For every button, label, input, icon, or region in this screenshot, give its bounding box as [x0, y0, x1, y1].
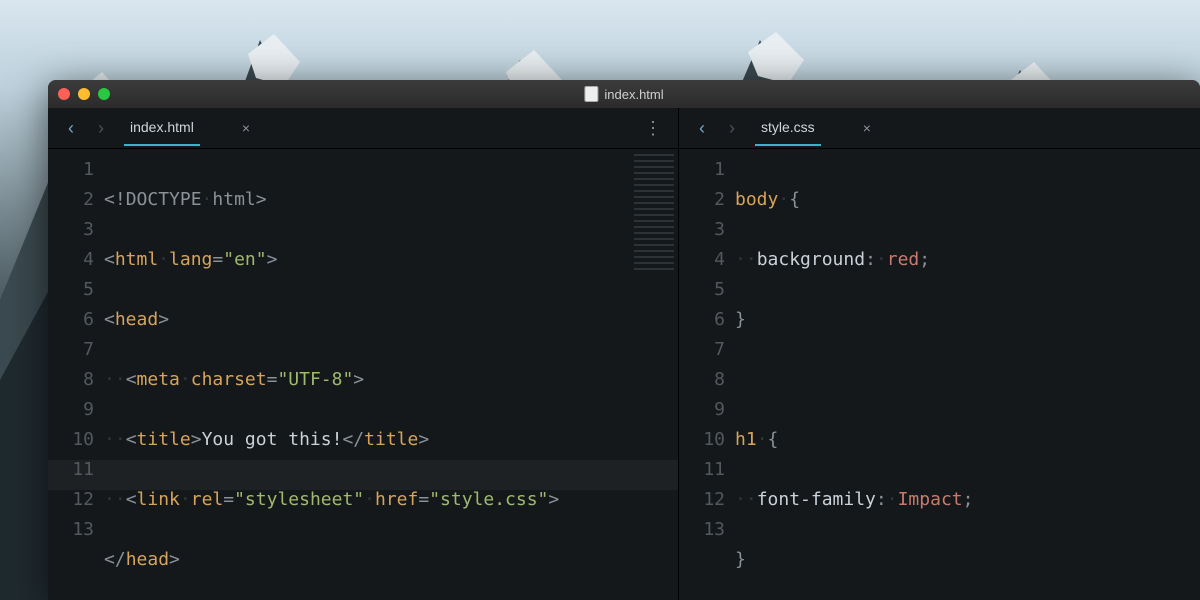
line-number: 4	[48, 245, 94, 275]
line-number: 3	[48, 215, 94, 245]
window-minimize-button[interactable]	[78, 88, 90, 100]
line-number: 8	[48, 365, 94, 395]
line-number: 11	[48, 455, 94, 485]
line-number: 1	[679, 155, 725, 185]
line-number: 9	[679, 395, 725, 425]
tabbar-left: ‹ › index.html × ⋮	[48, 108, 678, 149]
nav-back-button[interactable]: ‹	[64, 119, 78, 137]
code-area[interactable]: body·{ ··background:·red; } h1·{ ··font-…	[735, 155, 1200, 600]
line-number: 10	[679, 425, 725, 455]
line-number: 8	[679, 365, 725, 395]
line-number: 12	[48, 485, 94, 515]
line-number: 6	[48, 305, 94, 335]
tabbar-right: ‹ › style.css ×	[679, 108, 1200, 149]
line-number: 5	[48, 275, 94, 305]
editor-window: index.html ‹ › index.html × ⋮ 1 2 3 4 5	[48, 80, 1200, 600]
nav-forward-button[interactable]: ›	[725, 119, 739, 137]
nav-forward-button[interactable]: ›	[94, 119, 108, 137]
window-zoom-button[interactable]	[98, 88, 110, 100]
line-number: 13	[48, 515, 94, 545]
line-number: 3	[679, 215, 725, 245]
nav-back-button[interactable]: ‹	[695, 119, 709, 137]
line-number: 11	[679, 455, 725, 485]
tab-index-html[interactable]: index.html	[124, 110, 200, 146]
tab-close-button[interactable]: ×	[242, 121, 250, 135]
pane-menu-button[interactable]: ⋮	[644, 119, 662, 137]
editor-pane-left: ‹ › index.html × ⋮ 1 2 3 4 5 6 7 8 9	[48, 108, 679, 600]
line-number: 7	[679, 335, 725, 365]
window-close-button[interactable]	[58, 88, 70, 100]
window-titlebar[interactable]: index.html	[48, 80, 1200, 108]
line-number: 2	[48, 185, 94, 215]
line-number: 13	[679, 515, 725, 545]
line-number: 1	[48, 155, 94, 185]
line-number: 9	[48, 395, 94, 425]
line-number: 6	[679, 305, 725, 335]
line-number: 12	[679, 485, 725, 515]
editor-pane-right: ‹ › style.css × 1 2 3 4 5 6 7 8 9 10 11	[679, 108, 1200, 600]
document-icon	[584, 86, 598, 102]
code-editor-right[interactable]: 1 2 3 4 5 6 7 8 9 10 11 12 13 body·{ ··b…	[679, 149, 1200, 600]
tab-close-button[interactable]: ×	[863, 121, 871, 135]
code-area[interactable]: <!DOCTYPE·html> <html·lang="en"> <head> …	[104, 155, 678, 600]
line-gutter: 1 2 3 4 5 6 7 8 9 10 11 12 13	[679, 155, 735, 600]
tab-style-css[interactable]: style.css	[755, 110, 821, 146]
line-gutter: 1 2 3 4 5 6 7 8 9 10 11 12 13	[48, 155, 104, 600]
line-number: 2	[679, 185, 725, 215]
line-number: 4	[679, 245, 725, 275]
code-editor-left[interactable]: 1 2 3 4 5 6 7 8 9 10 11 12 13 <!DOCTYPE·…	[48, 149, 678, 600]
window-title-text: index.html	[604, 88, 663, 101]
line-number: 5	[679, 275, 725, 305]
line-number: 7	[48, 335, 94, 365]
window-title: index.html	[584, 86, 663, 102]
line-number: 10	[48, 425, 94, 455]
